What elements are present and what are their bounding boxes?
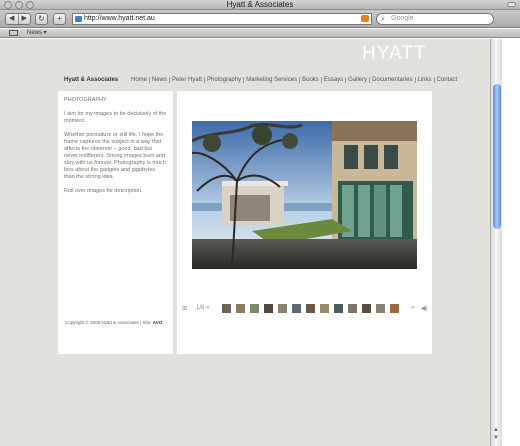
thumbnail[interactable] xyxy=(250,304,259,313)
section-heading: PHOTOGRAPHY xyxy=(64,97,107,103)
nav-documentaries[interactable]: Documentaries xyxy=(369,77,414,83)
sidebar-panel: PHOTOGRAPHY I aim for my images to be de… xyxy=(58,91,173,354)
thumbnail[interactable] xyxy=(264,304,273,313)
intro-paragraph: I aim for my images to be decisively of … xyxy=(64,111,167,124)
next-arrow-icon[interactable]: » xyxy=(411,305,414,311)
architecture-photo-image xyxy=(192,121,417,269)
thumbnail[interactable] xyxy=(362,304,371,313)
thumbnail[interactable] xyxy=(236,304,245,313)
toolbar-toggle-icon[interactable] xyxy=(507,2,516,7)
add-bookmark-button[interactable]: + xyxy=(53,13,66,25)
grid-view-icon[interactable]: ⊞ xyxy=(182,305,187,312)
nav-gallery[interactable]: Gallery xyxy=(345,77,369,83)
vertical-scrollbar[interactable]: ▲ ▼ xyxy=(490,39,502,446)
reload-button[interactable]: ↻ xyxy=(35,13,48,25)
search-placeholder: Google xyxy=(391,15,414,22)
nav-home[interactable]: Home xyxy=(131,77,149,83)
browser-toolbar: ◀ ▶ ↻ + http://www.hyatt.net.au ⌕ Google xyxy=(0,10,520,28)
address-text: http://www.hyatt.net.au xyxy=(84,15,155,22)
thumbnail[interactable] xyxy=(334,304,343,313)
site-favicon-icon xyxy=(75,16,82,22)
image-counter: 1/8 xyxy=(196,305,205,311)
page-footer: Copyright © 2008 Hyatt & Associates | Si… xyxy=(65,320,162,325)
previous-arrow-icon[interactable]: « xyxy=(206,305,209,311)
nav-photography[interactable]: Photography xyxy=(204,77,243,83)
minimize-window-icon[interactable] xyxy=(15,1,23,9)
thumbnail[interactable] xyxy=(278,304,287,313)
zoom-window-icon[interactable] xyxy=(26,1,34,9)
site-credit-link[interactable]: AVO xyxy=(153,320,162,325)
back-button[interactable]: ◀ xyxy=(6,14,18,24)
bookmarks-bar: News ▾ xyxy=(0,29,520,38)
book-icon[interactable] xyxy=(9,30,18,36)
hint-paragraph: Roll over images for description. xyxy=(64,188,143,194)
window-titlebar: Hyatt & Associates xyxy=(0,0,520,10)
window-title: Hyatt & Associates xyxy=(226,0,294,9)
thumbnail[interactable] xyxy=(320,304,329,313)
site-logo[interactable]: HYATT xyxy=(362,43,426,65)
gallery-panel: ⊞ 1/8 « » ◀) xyxy=(177,91,432,354)
window-edge xyxy=(502,39,520,446)
scrollbar-thumb[interactable] xyxy=(493,84,501,229)
sound-icon[interactable]: ◀) xyxy=(421,305,428,312)
thumbnail[interactable] xyxy=(222,304,231,313)
nav-contact[interactable]: Contact xyxy=(433,77,460,83)
copyright-text: Copyright © 2008 Hyatt & Associates | Si… xyxy=(65,320,152,325)
featured-photo[interactable] xyxy=(192,121,417,269)
thumbnail[interactable] xyxy=(390,304,399,313)
rss-icon[interactable] xyxy=(361,15,369,22)
close-window-icon[interactable] xyxy=(4,1,12,9)
forward-button[interactable]: ▶ xyxy=(17,14,31,24)
scroll-down-icon[interactable]: ▼ xyxy=(493,435,499,441)
nav-links[interactable]: Links xyxy=(414,77,434,83)
scroll-up-icon[interactable]: ▲ xyxy=(493,427,499,433)
search-input[interactable]: ⌕ Google xyxy=(376,13,494,25)
nav-marketing-services[interactable]: Marketing Services xyxy=(243,77,299,83)
main-navigation: Home News Peter Hyatt Photography Marketing … xyxy=(131,77,459,83)
nav-peter-hyatt[interactable]: Peter Hyatt xyxy=(169,77,204,83)
thumbnail[interactable] xyxy=(376,304,385,313)
nav-books[interactable]: Books xyxy=(299,77,321,83)
nav-news[interactable]: News xyxy=(149,77,169,83)
search-icon: ⌕ xyxy=(381,16,385,23)
bookmark-news[interactable]: News ▾ xyxy=(27,29,47,38)
web-page: HYATT Hyatt & Associates Home News Peter H… xyxy=(0,39,490,446)
body-paragraph: Whether portraiture or still life, I hop… xyxy=(64,132,166,180)
thumbnail-strip: ⊞ 1/8 « » ◀) xyxy=(182,304,432,314)
address-field[interactable]: http://www.hyatt.net.au xyxy=(72,13,372,25)
history-buttons: ◀ ▶ xyxy=(5,13,31,25)
nav-essays[interactable]: Essays xyxy=(320,77,345,83)
thumbnail[interactable] xyxy=(306,304,315,313)
thumbnail[interactable] xyxy=(292,304,301,313)
site-name: Hyatt & Associates xyxy=(64,77,119,83)
thumbnail[interactable] xyxy=(348,304,357,313)
